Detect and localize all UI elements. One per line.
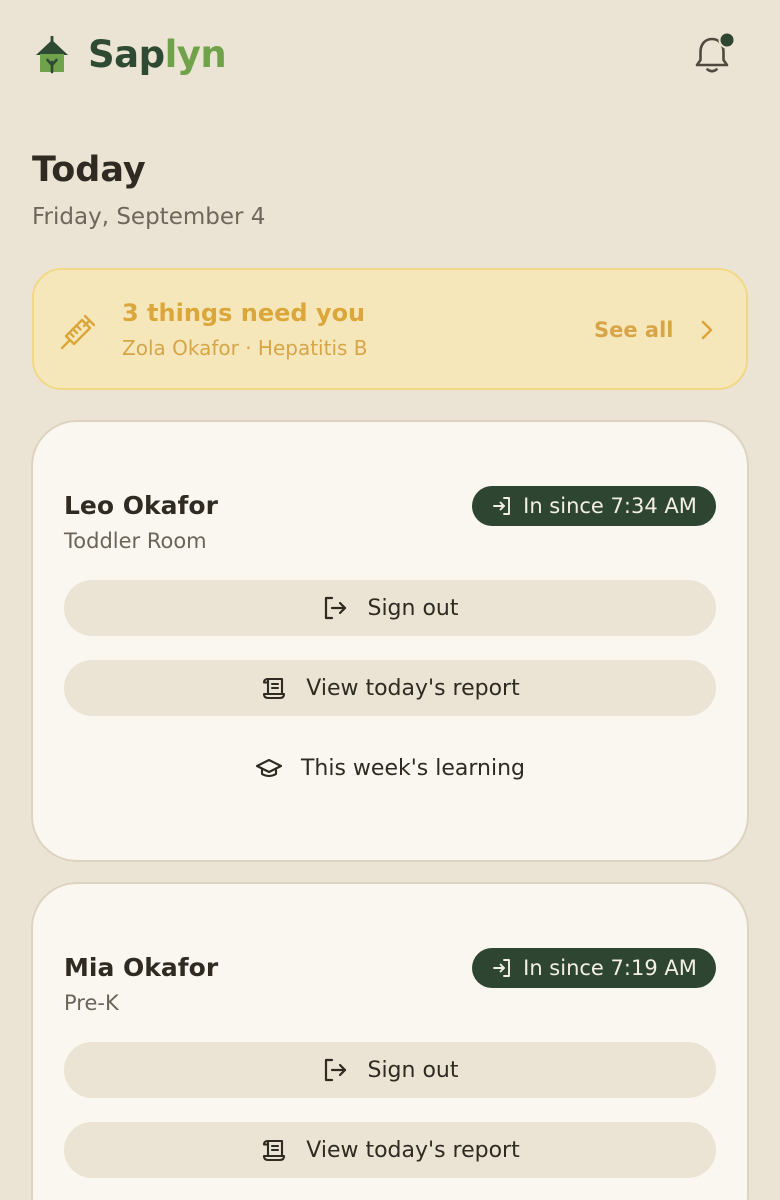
schoolhouse-logo-icon <box>36 36 68 74</box>
sign-out-label: Sign out <box>367 1057 459 1083</box>
see-all-link[interactable]: See all <box>594 315 674 345</box>
attention-banner[interactable]: 3 things need you Zola Okafor · Hepatiti… <box>32 268 748 390</box>
brand-name-part1: Sap <box>88 33 165 76</box>
brand-name: Saplyn <box>88 33 227 76</box>
child-name: Leo Okafor <box>64 491 218 520</box>
view-report-label: View today's report <box>306 675 520 701</box>
child-name: Mia Okafor <box>64 953 219 982</box>
status-text: In since 7:34 AM <box>523 494 697 518</box>
weekly-learning-button[interactable]: This week's learning <box>64 740 716 796</box>
bell-icon[interactable] <box>688 30 736 78</box>
sign-out-button[interactable]: Sign out <box>64 1042 716 1098</box>
graduation-cap-icon <box>255 758 283 778</box>
report-scroll-icon <box>263 677 286 700</box>
notification-dot <box>718 31 736 49</box>
sign-out-button[interactable]: Sign out <box>64 580 716 636</box>
child-card: Mia Okafor Pre-K In since 7:19 AM Sign o… <box>31 882 749 1200</box>
brand-name-part2: lyn <box>164 33 227 76</box>
today-screen: Saplyn Today Friday, September 4 3 thing… <box>0 0 780 1200</box>
top-bar: Saplyn <box>0 0 780 110</box>
child-card: Leo Okafor Toddler Room In since 7:34 AM <box>31 420 749 862</box>
child-room: Pre-K <box>64 991 119 1015</box>
sign-in-arrow-icon <box>493 497 511 515</box>
sign-out-icon <box>325 596 347 620</box>
sign-in-arrow-icon <box>493 959 511 977</box>
chevron-right-icon[interactable] <box>696 317 718 343</box>
alert-subtitle: Zola Okafor · Hepatitis B <box>122 336 368 360</box>
sign-out-label: Sign out <box>367 595 459 621</box>
page-title: Today <box>32 150 146 190</box>
checkin-status-badge: In since 7:19 AM <box>472 948 716 988</box>
report-scroll-icon <box>263 1139 286 1162</box>
checkin-status-badge: In since 7:34 AM <box>472 486 716 526</box>
view-report-button[interactable]: View today's report <box>64 660 716 716</box>
page-date: Friday, September 4 <box>32 204 266 230</box>
weekly-learning-label: This week's learning <box>300 755 525 781</box>
alert-title: 3 things need you <box>122 299 366 327</box>
brand-logo[interactable]: Saplyn <box>34 33 227 76</box>
child-room: Toddler Room <box>64 529 207 553</box>
sign-out-icon <box>325 1058 347 1082</box>
view-report-label: View today's report <box>306 1137 520 1163</box>
view-report-button[interactable]: View today's report <box>64 1122 716 1178</box>
status-text: In since 7:19 AM <box>523 956 697 980</box>
syringe-icon <box>60 314 96 350</box>
